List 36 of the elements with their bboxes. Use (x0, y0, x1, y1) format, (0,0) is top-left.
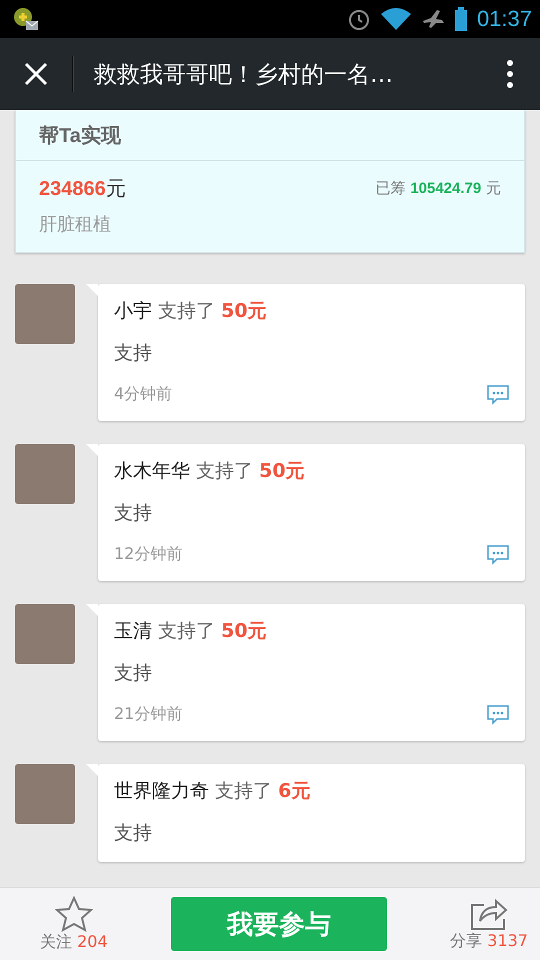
avatar-photo-placeholder (15, 284, 75, 344)
share-icon (470, 896, 508, 930)
support-message: 支持 (114, 821, 153, 846)
join-button[interactable]: 我要参与 (170, 897, 387, 951)
alarm-icon (346, 7, 371, 31)
close-icon (24, 62, 48, 86)
follow-button[interactable]: 关注 204 (40, 896, 108, 952)
more-icon (506, 59, 514, 89)
avatar-photo-placeholder (15, 764, 75, 824)
support-message: 支持 (114, 341, 153, 366)
support-message: 支持 (114, 501, 153, 526)
comment-icon[interactable] (487, 544, 509, 564)
time-ago: 12分钟前 (114, 544, 182, 565)
support-summary: 水木年华 支持了 50元 (114, 459, 306, 484)
wifi-icon (380, 8, 411, 30)
support-message: 支持 (114, 661, 153, 686)
notification-mail-icon (12, 6, 40, 32)
airplane-icon (420, 7, 445, 31)
clock-time: 01:37 (476, 6, 532, 32)
raised-amount: 已筹 105424.79 元 (376, 179, 501, 198)
support-summary: 小宇 支持了 50元 (114, 299, 268, 324)
share-button[interactable]: 分享 3137 (450, 896, 528, 952)
page-title: 救救我哥哥吧！乡村的一名… (94, 60, 394, 90)
support-summary: 世界隆力奇 支持了 6元 (114, 779, 312, 804)
comment-icon[interactable] (487, 704, 509, 724)
time-ago: 4分钟前 (114, 384, 172, 405)
project-purpose: 肝脏租植 (39, 213, 112, 236)
card-heading: 帮Ta实现 (16, 110, 524, 161)
avatar-photo-placeholder (15, 444, 75, 504)
battery-icon (454, 7, 467, 31)
avatar-photo-placeholder (15, 604, 75, 664)
time-ago: 21分钟前 (114, 704, 182, 725)
target-amount: 234866元 (39, 175, 126, 202)
support-summary: 玉清 支持了 50元 (114, 619, 268, 644)
comment-icon[interactable] (487, 384, 509, 404)
star-icon (54, 896, 93, 932)
